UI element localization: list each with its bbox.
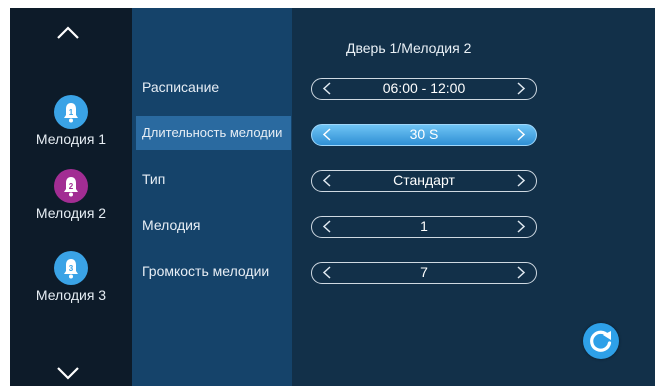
- selector-value: 06:00 - 12:00: [382, 80, 466, 96]
- sidebar-item-tone-2[interactable]: 2 Мелодия 2: [10, 168, 132, 221]
- bell-icon: 2: [54, 169, 88, 203]
- setting-label-duration: Длительность мелодии: [142, 125, 283, 140]
- chevron-left-icon[interactable]: [322, 82, 331, 95]
- tone-number: 3: [69, 264, 74, 273]
- tone-sidebar: 1 Мелодия 1 2 Мелодия 2 3 Мелодия 3: [10, 8, 132, 386]
- setting-label-volume: Громкость мелодии: [142, 263, 270, 279]
- type-selector[interactable]: Стандарт: [311, 170, 537, 192]
- refresh-icon: [590, 330, 612, 352]
- chevron-right-icon[interactable]: [517, 174, 526, 187]
- volume-selector[interactable]: 7: [311, 262, 537, 284]
- chevron-down-icon[interactable]: [56, 366, 80, 380]
- setting-label-melody: Мелодия: [142, 217, 201, 233]
- tone-number: 2: [69, 182, 74, 191]
- reset-button[interactable]: [583, 323, 619, 359]
- tone-number: 1: [69, 108, 74, 117]
- chevron-left-icon[interactable]: [322, 128, 331, 141]
- tone-label: Мелодия 3: [35, 287, 107, 303]
- chevron-up-icon[interactable]: [56, 26, 80, 40]
- sidebar-item-tone-1[interactable]: 1 Мелодия 1: [10, 94, 132, 147]
- bell-icon: 3: [54, 251, 88, 285]
- selector-value: Стандарт: [393, 172, 455, 188]
- settings-screen: 1 Мелодия 1 2 Мелодия 2 3 Мелодия 3 Расп…: [10, 8, 655, 386]
- page-title: Дверь 1/Мелодия 2: [346, 40, 472, 56]
- duration-selector[interactable]: 30 S: [311, 124, 537, 146]
- chevron-left-icon[interactable]: [322, 220, 331, 233]
- tone-label: Мелодия 1: [35, 131, 107, 147]
- chevron-left-icon[interactable]: [322, 174, 331, 187]
- chevron-right-icon[interactable]: [517, 266, 526, 279]
- bell-icon: 1: [54, 95, 88, 129]
- chevron-right-icon[interactable]: [517, 82, 526, 95]
- schedule-selector[interactable]: 06:00 - 12:00: [311, 78, 537, 100]
- melody-selector[interactable]: 1: [311, 216, 537, 238]
- chevron-left-icon[interactable]: [322, 266, 331, 279]
- selector-value: 1: [420, 218, 428, 234]
- sidebar-item-tone-3[interactable]: 3 Мелодия 3: [10, 250, 132, 303]
- tone-label: Мелодия 2: [35, 205, 107, 221]
- chevron-right-icon[interactable]: [517, 220, 526, 233]
- setting-label-schedule: Расписание: [142, 79, 220, 95]
- selector-value: 7: [420, 264, 428, 280]
- chevron-right-icon[interactable]: [517, 128, 526, 141]
- setting-label-type: Тип: [142, 171, 166, 187]
- settings-label-column: Расписание Длительность мелодии Тип Мело…: [132, 8, 292, 386]
- selector-value: 30 S: [409, 126, 439, 142]
